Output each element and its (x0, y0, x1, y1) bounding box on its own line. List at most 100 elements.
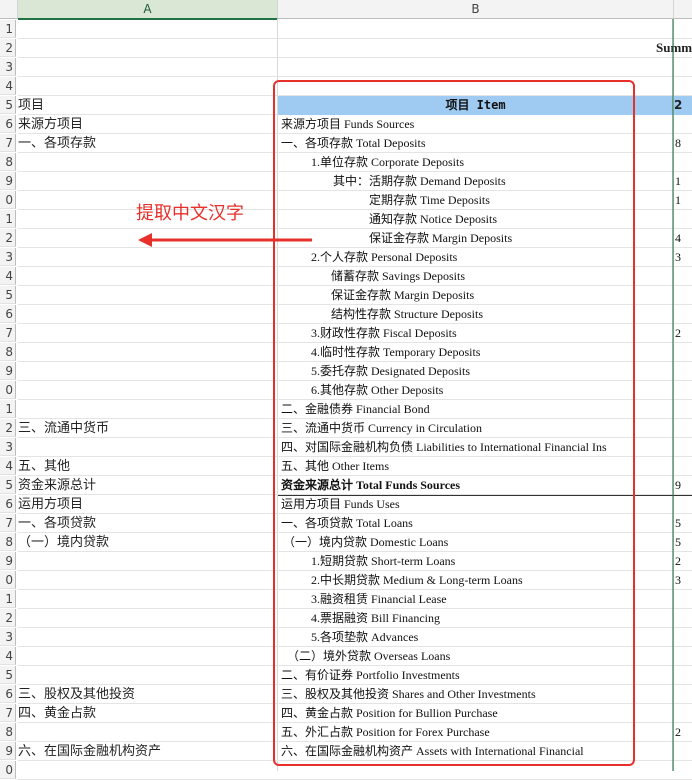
cell-c[interactable]: 1 (675, 172, 692, 191)
cell-a[interactable] (18, 400, 276, 419)
column-header-a[interactable]: A (18, 0, 278, 20)
cell-a[interactable]: 三、股权及其他投资 (18, 685, 276, 704)
cell-a[interactable] (18, 381, 276, 400)
cell-a[interactable]: 六、在国际金融机构资产 (18, 742, 276, 761)
row-header[interactable]: 4 (0, 647, 16, 665)
cell-a[interactable] (18, 267, 276, 286)
cell-c[interactable]: 8 (675, 134, 692, 153)
cell-c[interactable] (675, 457, 692, 476)
row-header[interactable]: 1 (0, 400, 16, 418)
row-header[interactable]: 4 (0, 267, 16, 285)
cell-a[interactable]: 资金来源总计 (18, 476, 276, 495)
cell-c[interactable] (675, 381, 692, 400)
cell-a[interactable] (18, 590, 276, 609)
row-header[interactable]: 7 (0, 514, 16, 532)
cell-c[interactable] (675, 115, 692, 134)
row-header[interactable]: 9 (0, 552, 16, 570)
cell-a[interactable] (18, 324, 276, 343)
cell-c[interactable] (675, 267, 692, 286)
row-header[interactable]: 0 (0, 761, 16, 779)
row-header[interactable]: 8 (0, 723, 16, 741)
row-header[interactable]: 1 (0, 20, 16, 38)
cell-c[interactable] (675, 362, 692, 381)
cell-c[interactable] (675, 628, 692, 647)
row-header[interactable]: 3 (0, 438, 16, 456)
row-header[interactable]: 7 (0, 134, 16, 152)
cell-a[interactable] (18, 172, 276, 191)
row-header[interactable]: 2 (0, 229, 16, 247)
column-header-b[interactable]: B (278, 0, 674, 19)
cell-c[interactable] (675, 685, 692, 704)
row-header[interactable]: 9 (0, 742, 16, 760)
cell-c[interactable] (675, 286, 692, 305)
cell-c[interactable] (675, 647, 692, 666)
cell-c[interactable] (675, 666, 692, 685)
cell-a[interactable]: 一、各项贷款 (18, 514, 276, 533)
cell-a[interactable] (18, 305, 276, 324)
select-all-corner[interactable] (0, 0, 18, 19)
cell-a[interactable]: 运用方项目 (18, 495, 276, 514)
cell-c[interactable]: 2 (675, 324, 692, 343)
cell-c[interactable] (675, 400, 692, 419)
cell-a[interactable]: （一）境内贷款 (18, 533, 276, 552)
cell-c[interactable] (675, 742, 692, 761)
cell-c[interactable] (675, 305, 692, 324)
row-header[interactable]: 9 (0, 362, 16, 380)
row-header[interactable]: 6 (0, 305, 16, 323)
cell-c[interactable]: 4 (675, 229, 692, 248)
cell-a[interactable] (18, 362, 276, 381)
cell-a[interactable] (18, 647, 276, 666)
header-cell-a[interactable]: 项目 (18, 96, 276, 115)
row-header[interactable]: 3 (0, 248, 16, 266)
row-header[interactable]: 5 (0, 666, 16, 684)
cell-c[interactable]: 5 (675, 514, 692, 533)
cell-c[interactable]: 2 (675, 552, 692, 571)
cell-c[interactable]: 3 (675, 571, 692, 590)
column-header-c[interactable] (674, 0, 692, 19)
row-header[interactable]: 1 (0, 590, 16, 608)
cell-a[interactable]: 来源方项目 (18, 115, 276, 134)
cell-a[interactable] (18, 153, 276, 172)
row-header[interactable]: 5 (0, 286, 16, 304)
cell-c[interactable] (675, 704, 692, 723)
header-cell-c[interactable]: 2 (674, 96, 692, 115)
row-header[interactable]: 5 (0, 96, 16, 114)
row-header[interactable]: 2 (0, 419, 16, 437)
row-header[interactable]: 4 (0, 457, 16, 475)
row-header[interactable]: 7 (0, 324, 16, 342)
cell-a[interactable]: 五、其他 (18, 457, 276, 476)
cell-a[interactable] (18, 552, 276, 571)
row-header[interactable]: 6 (0, 115, 16, 133)
cell-a[interactable] (18, 628, 276, 647)
row-header[interactable]: 6 (0, 685, 16, 703)
cell-c[interactable]: 5 (675, 533, 692, 552)
row-header[interactable]: 8 (0, 533, 16, 551)
cell-a[interactable]: 一、各项存款 (18, 134, 276, 153)
cell-a[interactable] (18, 723, 276, 742)
cell-a[interactable] (18, 609, 276, 628)
row-header[interactable]: 3 (0, 58, 16, 76)
row-header[interactable]: 3 (0, 628, 16, 646)
row-header[interactable]: 1 (0, 210, 16, 228)
cell-a[interactable] (18, 286, 276, 305)
row-header[interactable]: 7 (0, 704, 16, 722)
row-header[interactable]: 0 (0, 191, 16, 209)
cell-c[interactable] (675, 210, 692, 229)
cell-c[interactable]: 9 (675, 476, 692, 495)
cell-c[interactable] (675, 419, 692, 438)
cell-a[interactable] (18, 343, 276, 362)
row-header[interactable]: 9 (0, 172, 16, 190)
cell-c[interactable] (675, 153, 692, 172)
row-header[interactable]: 8 (0, 153, 16, 171)
cell-c[interactable] (675, 438, 692, 457)
row-header[interactable]: 2 (0, 609, 16, 627)
cell-c[interactable] (675, 609, 692, 628)
summary-title-cell[interactable]: Summ (656, 38, 692, 57)
cell-a[interactable] (18, 666, 276, 685)
cell-a[interactable] (18, 438, 276, 457)
row-header[interactable]: 6 (0, 495, 16, 513)
cell-a[interactable] (18, 571, 276, 590)
row-header[interactable]: 8 (0, 343, 16, 361)
row-header[interactable]: 0 (0, 381, 16, 399)
cell-c[interactable] (675, 495, 692, 514)
